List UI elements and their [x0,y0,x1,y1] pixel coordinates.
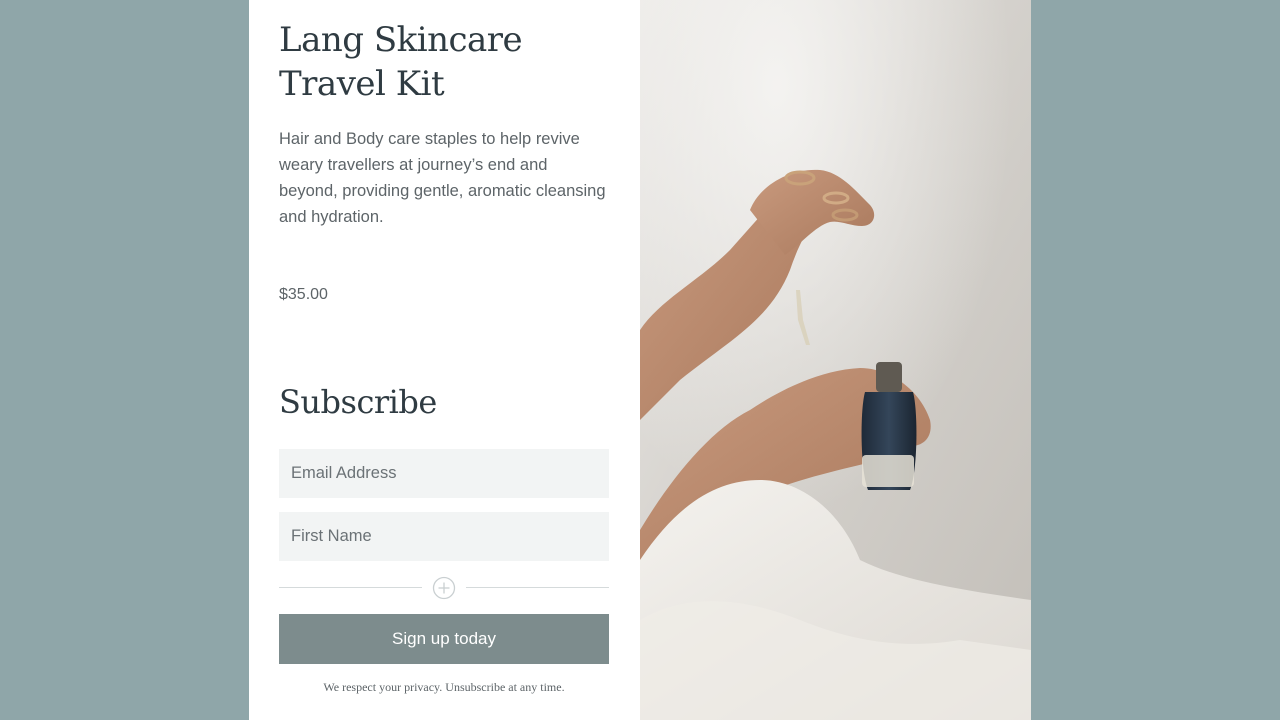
first-name-field[interactable] [279,512,609,561]
product-price: $35.00 [279,286,328,303]
email-field[interactable] [279,449,609,498]
divider-line-left [279,587,422,588]
form-divider [279,576,609,600]
subscribe-heading: Subscribe [279,383,437,421]
product-title: Lang Skincare Travel Kit [279,20,523,104]
plus-circle-icon[interactable] [432,576,456,600]
divider-line-right [466,587,609,588]
product-card: Lang Skincare Travel Kit Hair and Body c… [249,0,1031,720]
product-description: Hair and Body care staples to help reviv… [279,130,606,226]
sign-up-button[interactable]: Sign up today [279,614,609,664]
product-info-panel: Lang Skincare Travel Kit Hair and Body c… [249,0,640,720]
product-photo [640,0,1031,720]
privacy-note: We respect your privacy. Unsubscribe at … [323,680,565,694]
product-photo-illustration [640,0,1031,720]
